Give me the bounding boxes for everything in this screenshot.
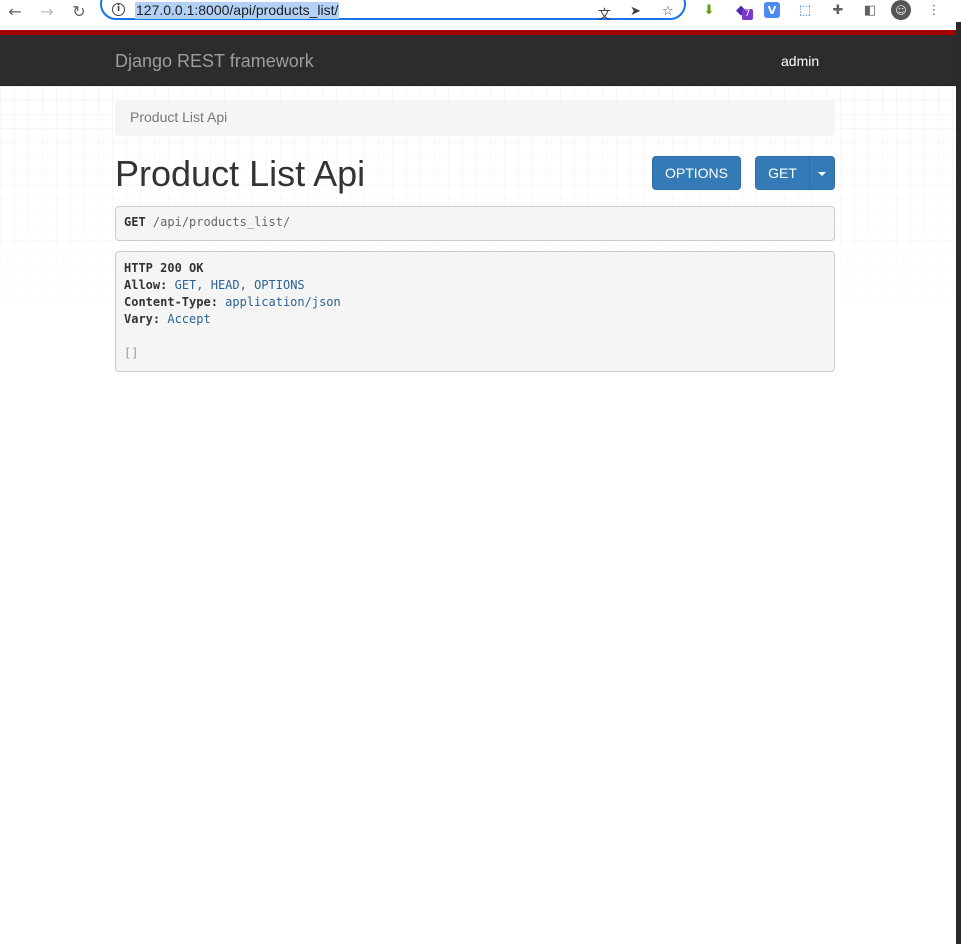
response-header-content-type: Content-Type: application/json bbox=[124, 295, 341, 309]
extension-v-icon[interactable]: V bbox=[764, 2, 780, 18]
response-info: HTTP 200 OK Allow: GET, HEAD, OPTIONS Co… bbox=[115, 251, 835, 372]
url-text[interactable]: 127.0.0.1:8000/api/products_list/ bbox=[135, 2, 340, 19]
request-info: GET /api/products_list/ bbox=[115, 206, 835, 241]
window-edge bbox=[956, 22, 961, 944]
back-arrow-icon[interactable]: ← bbox=[5, 1, 25, 21]
browser-menu-icon[interactable]: ⋮ bbox=[925, 1, 943, 19]
brand-link[interactable]: Django REST framework bbox=[115, 51, 314, 72]
request-path: /api/products_list/ bbox=[152, 215, 291, 229]
request-method: GET bbox=[124, 215, 146, 229]
response-header-vary: Vary: Accept bbox=[124, 312, 211, 326]
send-icon[interactable]: ➤ bbox=[630, 4, 641, 19]
options-button[interactable]: OPTIONS bbox=[652, 156, 741, 190]
page-title: Product List Api bbox=[115, 153, 366, 194]
browser-toolbar: ← → ↻ i 127.0.0.1:8000/api/products_list… bbox=[0, 0, 961, 23]
profile-avatar[interactable]: ☺ bbox=[891, 0, 911, 20]
translate-icon[interactable]: 文 bbox=[598, 4, 611, 23]
breadcrumb-item[interactable]: Product List Api bbox=[130, 109, 227, 125]
side-panel-icon[interactable]: ◧ bbox=[861, 1, 879, 19]
user-menu[interactable]: admin bbox=[781, 53, 819, 69]
response-header-allow: Allow: GET, HEAD, OPTIONS bbox=[124, 278, 305, 292]
extension-badge-count: 7 bbox=[742, 9, 753, 20]
address-bar[interactable]: i 127.0.0.1:8000/api/products_list/ 文 ➤ … bbox=[100, 0, 686, 23]
response-status: HTTP 200 OK bbox=[124, 261, 204, 275]
get-button[interactable]: GET bbox=[755, 156, 810, 190]
screenshot-select-icon[interactable]: ⬚ bbox=[796, 1, 814, 19]
download-extension-icon[interactable]: ⬇ bbox=[700, 1, 718, 19]
caret-down-icon bbox=[818, 172, 826, 177]
bookmark-star-icon[interactable]: ☆ bbox=[662, 4, 674, 19]
response-blank-line bbox=[124, 328, 826, 345]
get-format-dropdown-button[interactable] bbox=[809, 156, 835, 190]
reload-icon[interactable]: ↻ bbox=[69, 1, 89, 21]
api-page: Django REST framework admin Product List… bbox=[0, 30, 956, 944]
site-info-icon[interactable]: i bbox=[112, 3, 125, 16]
breadcrumb: Product List Api bbox=[115, 100, 835, 136]
extension-badge-icon[interactable]: ◆ 7 bbox=[732, 1, 753, 20]
navbar: Django REST framework admin bbox=[0, 35, 956, 86]
extensions-puzzle-icon[interactable]: ✚ bbox=[829, 1, 847, 19]
response-body: [] bbox=[124, 346, 139, 360]
forward-arrow-icon[interactable]: → bbox=[37, 1, 57, 21]
